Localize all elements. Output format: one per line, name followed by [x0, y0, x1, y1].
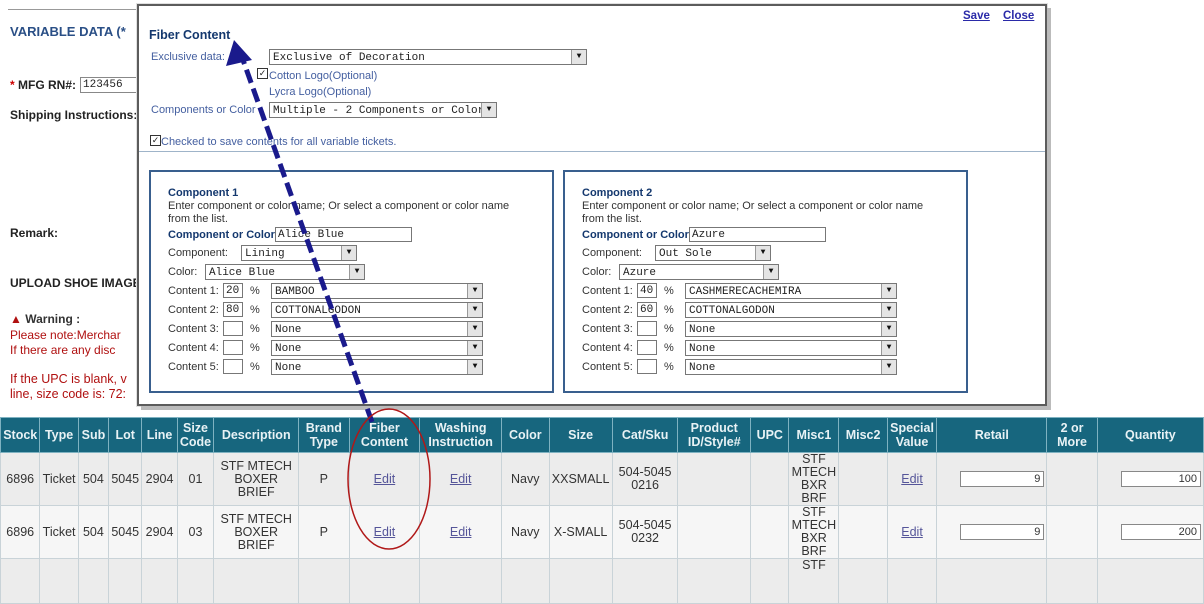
annotation-arrow: [240, 59, 375, 423]
table-row: STF: [0, 558, 1204, 604]
annotation-circle: [347, 408, 431, 550]
cell-misc1: STF: [788, 558, 840, 604]
annotation-overlay: [226, 40, 431, 550]
arrow-head-icon: [226, 40, 252, 66]
